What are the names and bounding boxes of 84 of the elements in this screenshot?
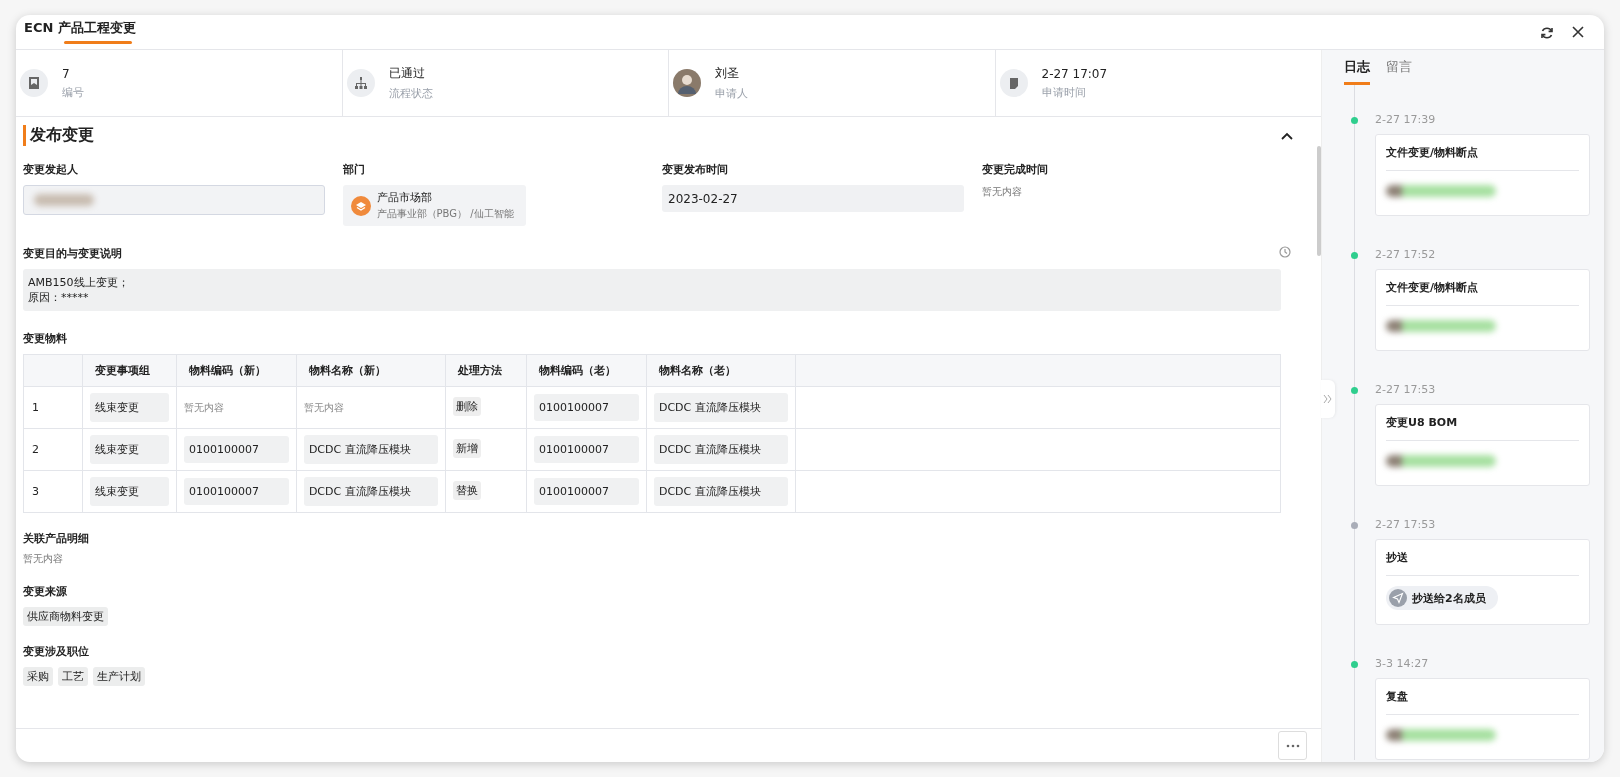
empty-value: 暂无内容 [23,552,64,566]
department-name: 产品市场部 [376,190,433,205]
field-label: 变更涉及职位 [23,644,90,659]
table-cell: DCDC 直流降压模块 [653,435,788,464]
window-title[interactable]: ECN 产品工程变更 [20,15,140,44]
column-header: 处理方法 [445,354,527,387]
field-label: 变更目的与变更说明 [23,246,122,261]
position-tag: 工艺 [58,667,88,686]
panel-tab[interactable]: 留言 [1386,58,1412,85]
close-icon[interactable] [1572,26,1584,38]
table-cell: DCDC 直流降压模块 [653,477,788,506]
department-icon [350,195,371,216]
hierarchy-icon [346,69,375,97]
field-label: 变更完成时间 [981,162,1049,177]
document-icon [999,69,1028,97]
log-title: 复盘 [1386,689,1579,715]
field-label: 变更发布时间 [662,162,729,177]
field-label: 变更发起人 [23,162,79,177]
info-value: 刘圣 [715,65,740,82]
log-title: 抄送 [1386,550,1579,576]
column-header: 物料名称（老） [646,354,796,387]
info-value: 2-27 17:07 [1041,66,1108,81]
refresh-icon[interactable] [1540,26,1554,40]
method-tag: 新增 [452,438,481,458]
expand-button[interactable] [1321,380,1335,418]
column-header: 变更事项组 [82,354,177,387]
field-label: 变更物料 [23,331,68,346]
description-field: AMB150线上变更； 原因：***** [23,269,1281,311]
blurred-name [34,194,94,206]
section-title: 发布变更 [23,125,94,146]
field-label: 关联产品明细 [23,531,90,546]
empty-value: 暂无内容 [184,400,224,415]
info-label: 申请时间 [1041,84,1087,100]
field-label: 部门 [342,162,366,177]
panel-tab[interactable]: 日志 [1344,58,1370,85]
double-chevron-icon [1323,394,1333,404]
row-number: 1 [32,401,39,414]
info-value: 7 [62,66,71,81]
log-title: 文件变更/物料断点 [1386,280,1579,306]
position-tag: 生产计划 [93,667,145,686]
column-header: 物料名称（新） [296,354,446,387]
empty-value: 暂无内容 [303,400,344,415]
table-cell: 0100100007 [184,478,289,505]
row-number: 3 [32,485,39,498]
empty-value: 暂无内容 [981,185,1023,199]
method-tag: 删除 [452,396,481,416]
field-label: 变更来源 [23,584,68,599]
info-label: 编号 [62,84,84,100]
column-header: 物料编码（新） [176,354,297,387]
collapse-icon[interactable] [1281,131,1293,140]
table-cell: 线束变更 [90,393,169,422]
log-time: 2-27 17:53 [1375,518,1437,531]
person-field[interactable] [23,185,325,215]
history-icon[interactable] [1279,246,1291,258]
table-cell: 线束变更 [90,477,169,506]
table-cell: 0100100007 [534,478,639,505]
more-icon [1285,743,1300,748]
department-path: 产品事业部（PBG） /仙工智能 [376,207,514,221]
bookmark-icon [20,69,48,97]
table-cell: 线束变更 [90,435,169,464]
info-value: 已通过 [388,65,426,82]
position-tag: 采购 [23,667,53,686]
log-title: 变更U8 BOM [1386,415,1579,441]
source-tag: 供应商物料变更 [23,607,108,626]
column-header: 物料编码（老） [526,354,647,387]
log-time: 2-27 17:53 [1375,383,1437,396]
table-cell: DCDC 直流降压模块 [653,393,788,422]
table-cell: 0100100007 [534,436,639,463]
table-cell: DCDC 直流降压模块 [303,435,438,464]
row-number: 2 [32,443,39,456]
log-time: 2-27 17:39 [1375,113,1437,126]
avatar-icon [673,69,701,97]
table-cell: 0100100007 [184,436,289,463]
method-tag: 替换 [452,480,481,500]
date-field[interactable]: 2023-02-27 [662,185,964,212]
table-cell: DCDC 直流降压模块 [303,477,438,506]
log-time: 3-3 14:27 [1375,657,1430,670]
table-cell: 0100100007 [534,394,639,421]
info-label: 流程状态 [388,86,433,101]
log-time: 2-27 17:52 [1375,248,1437,261]
cc-text: 抄送给2名成员 [1412,590,1486,606]
info-label: 申请人 [715,86,748,101]
log-title: 文件变更/物料断点 [1386,145,1579,171]
send-icon [1389,589,1407,607]
